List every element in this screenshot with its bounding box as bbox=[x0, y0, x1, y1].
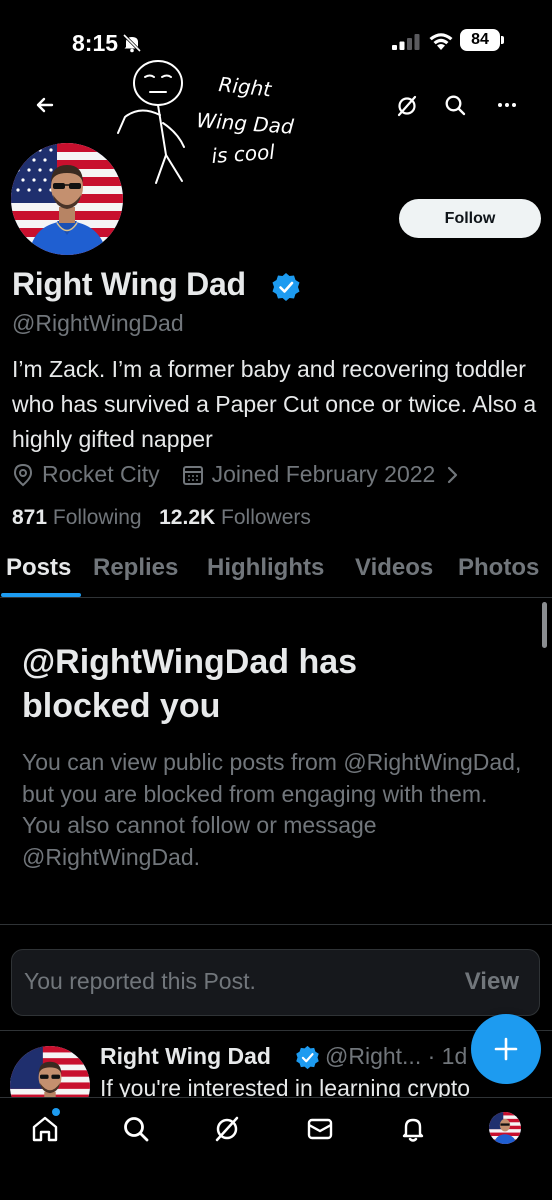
profile-location: Rocket City bbox=[42, 461, 160, 487]
calendar-icon bbox=[182, 465, 203, 485]
profile-avatar[interactable] bbox=[8, 140, 126, 258]
blocked-title: @RightWingDad has blocked you bbox=[22, 643, 358, 725]
tab-replies[interactable]: Replies bbox=[93, 554, 178, 582]
bell-off-icon bbox=[122, 33, 142, 53]
post-divider bbox=[0, 1030, 552, 1031]
back-arrow-icon bbox=[36, 97, 54, 113]
followers-label: Followers bbox=[221, 506, 311, 529]
back-button[interactable] bbox=[30, 90, 60, 120]
scrollbar[interactable] bbox=[542, 602, 547, 648]
wifi-icon bbox=[429, 33, 453, 50]
battery-tip bbox=[501, 36, 504, 44]
followers-count: 12.2K bbox=[159, 506, 216, 529]
nav-messages[interactable] bbox=[303, 1112, 337, 1146]
grok-icon bbox=[215, 1116, 239, 1142]
avatar-image bbox=[11, 143, 123, 255]
nav-avatar-image bbox=[489, 1112, 521, 1144]
profile-tabs: Posts Replies Highlights Videos Photos bbox=[0, 552, 552, 598]
profile-stats: 871 Following 12.2K Followers bbox=[12, 506, 311, 530]
messages-icon bbox=[307, 1118, 333, 1140]
tab-photos[interactable]: Photos bbox=[458, 554, 539, 582]
section-divider bbox=[0, 924, 552, 925]
tab-videos[interactable]: Videos bbox=[355, 554, 433, 582]
status-time: 8:15 bbox=[72, 30, 119, 56]
following-label: Following bbox=[52, 506, 142, 529]
search-icon bbox=[124, 1117, 149, 1142]
active-tab-indicator bbox=[1, 593, 81, 597]
profile-meta: Rocket City Joined February 2022 bbox=[12, 461, 469, 488]
cellular-signal-icon bbox=[392, 34, 420, 50]
home-notification-dot bbox=[52, 1108, 60, 1116]
profile-bio: I’m Zack. I’m a former baby and recoveri… bbox=[12, 356, 537, 452]
search-button[interactable] bbox=[440, 90, 470, 120]
plus-icon bbox=[494, 1037, 518, 1061]
home-icon bbox=[32, 1116, 58, 1142]
view-button[interactable]: View bbox=[465, 968, 519, 996]
notifications-icon bbox=[402, 1118, 424, 1142]
chevron-right-icon[interactable] bbox=[443, 464, 461, 486]
stick-figure-drawing: Right Wing Dad is cool bbox=[117, 60, 295, 184]
followers-link[interactable]: 12.2K Followers bbox=[159, 506, 311, 529]
reported-post-notice: You reported this Post. View bbox=[11, 949, 540, 1016]
sketch-text-line3: is cool bbox=[211, 140, 276, 168]
following-link[interactable]: 871 Following bbox=[12, 506, 142, 529]
nav-home[interactable] bbox=[28, 1112, 62, 1146]
sketch-text-line1: Right bbox=[217, 72, 273, 101]
profile-joined[interactable]: Joined February 2022 bbox=[212, 461, 436, 488]
nav-profile-avatar[interactable] bbox=[489, 1112, 521, 1144]
post-text[interactable]: If you're interested in learning crypto bbox=[100, 1075, 540, 1097]
grok-button[interactable] bbox=[392, 91, 422, 121]
more-button[interactable] bbox=[492, 90, 522, 120]
more-icon bbox=[498, 103, 516, 107]
bottom-navigation bbox=[0, 1097, 552, 1200]
tab-highlights[interactable]: Highlights bbox=[207, 554, 324, 582]
location-pin-icon bbox=[13, 463, 33, 486]
search-icon bbox=[445, 95, 466, 116]
profile-handle: @RightWingDad bbox=[12, 310, 184, 336]
profile-name: Right Wing Dad bbox=[12, 266, 246, 302]
report-text: You reported this Post. bbox=[24, 968, 256, 994]
following-count: 871 bbox=[12, 506, 48, 529]
nav-notifications[interactable] bbox=[396, 1112, 430, 1146]
follow-button[interactable]: Follow bbox=[399, 199, 541, 238]
blocked-description: You can view public posts from @RightWin… bbox=[22, 749, 522, 870]
battery-indicator: 84 bbox=[460, 29, 500, 51]
post-author-name[interactable]: Right Wing Dad bbox=[100, 1043, 271, 1070]
post-author-handle: @Right... · 1d bbox=[325, 1043, 468, 1069]
tab-posts[interactable]: Posts bbox=[6, 554, 71, 582]
sketch-text-line2: Wing Dad bbox=[196, 108, 295, 139]
nav-search[interactable] bbox=[119, 1112, 153, 1146]
compose-post-button[interactable] bbox=[471, 1014, 541, 1084]
verified-badge-icon bbox=[296, 1045, 319, 1070]
verified-badge-icon bbox=[272, 273, 300, 301]
grok-icon bbox=[397, 95, 417, 117]
nav-grok[interactable] bbox=[210, 1112, 244, 1146]
